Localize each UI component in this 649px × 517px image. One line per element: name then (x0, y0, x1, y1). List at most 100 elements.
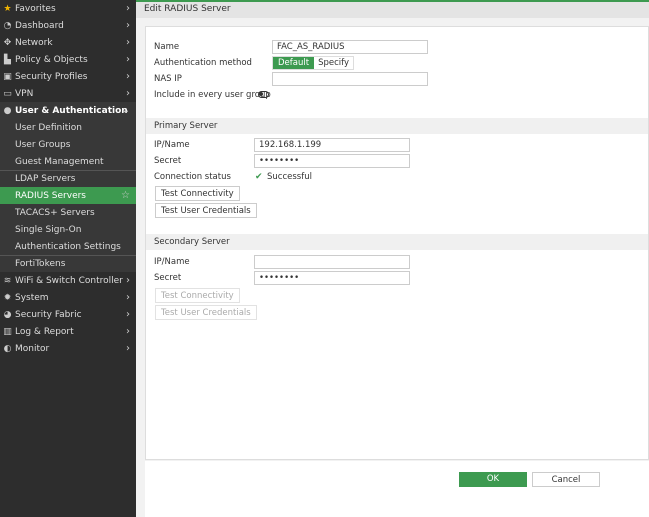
chevron-right-icon: › (126, 292, 130, 303)
connection-status-value: Successful (267, 172, 312, 182)
primary-secret-input[interactable]: •••••••• (254, 154, 410, 168)
chevron-right-icon: › (126, 343, 130, 354)
gear-icon: ✹ (3, 292, 12, 303)
secondary-server-header: Secondary Server (146, 234, 648, 250)
nav-label: VPN (15, 88, 34, 99)
cancel-button[interactable]: Cancel (532, 472, 600, 487)
nas-ip-label: NAS IP (154, 74, 182, 84)
nav-security-profiles[interactable]: ▣ Security Profiles › (0, 68, 136, 85)
chevron-right-icon: › (126, 54, 130, 65)
primary-ip-input[interactable]: 192.168.1.199 (254, 138, 410, 152)
nav-log-report[interactable]: ▥ Log & Report › (0, 323, 136, 340)
nav-label: Log & Report (15, 326, 74, 337)
nav-user-definition[interactable]: User Definition (0, 119, 136, 136)
nav-ldap-servers[interactable]: LDAP Servers (0, 170, 136, 187)
nav-vpn[interactable]: ▭ VPN › (0, 85, 136, 102)
chevron-right-icon: › (126, 20, 130, 31)
nav-user-authentication[interactable]: ● User & Authentication ⌄ (0, 102, 136, 119)
nav-guest-management[interactable]: Guest Management (0, 153, 136, 170)
chevron-right-icon: › (126, 3, 130, 14)
name-label: Name (154, 42, 180, 52)
nav-label: Authentication Settings (15, 241, 121, 252)
primary-ip-label: IP/Name (154, 140, 190, 150)
lock-icon: ▣ (3, 71, 12, 82)
nav-label: RADIUS Servers (15, 190, 86, 201)
auth-method-label: Authentication method (154, 58, 252, 68)
auth-default-option[interactable]: Default (273, 57, 315, 69)
chevron-right-icon: › (126, 71, 130, 82)
connection-status-label: Connection status (154, 172, 231, 182)
nav-single-sign-on[interactable]: Single Sign-On (0, 221, 136, 238)
nav-system[interactable]: ✹ System › (0, 289, 136, 306)
chevron-right-icon: › (126, 326, 130, 337)
network-icon: ✥ (3, 37, 12, 48)
nav-tacacs-servers[interactable]: TACACS+ Servers (0, 204, 136, 221)
auth-method-toggle: Default Specify (272, 56, 354, 70)
laptop-icon: ▭ (3, 88, 12, 99)
nas-ip-input[interactable] (272, 72, 428, 86)
nav-fortitokens[interactable]: FortiTokens (0, 255, 136, 272)
nav-dashboard[interactable]: ◔ Dashboard › (0, 17, 136, 34)
nav-label: Guest Management (15, 156, 104, 167)
nav-label: WiFi & Switch Controller (15, 275, 123, 286)
nav-label: Dashboard (15, 20, 64, 31)
chevron-right-icon: › (126, 275, 130, 286)
nav-label: Single Sign-On (15, 224, 82, 235)
include-user-group-label: Include in every user group (154, 90, 271, 100)
primary-test-user-credentials-button[interactable]: Test User Credentials (155, 203, 257, 218)
edit-form: Name FAC_AS_RADIUS Authentication method… (145, 26, 649, 460)
fabric-icon: ◕ (3, 309, 12, 320)
nav-label: FortiTokens (15, 259, 66, 269)
chevron-right-icon: › (126, 309, 130, 320)
monitor-icon: ◐ (3, 343, 12, 354)
nav-wifi-switch[interactable]: ≋ WiFi & Switch Controller › (0, 272, 136, 289)
primary-secret-label: Secret (154, 156, 182, 166)
user-icon: ● (3, 105, 12, 116)
nav-label: User Definition (15, 122, 82, 133)
nav-label: TACACS+ Servers (15, 207, 95, 218)
nav-label: Monitor (15, 343, 50, 354)
nav-authentication-settings[interactable]: Authentication Settings (0, 238, 136, 255)
secondary-ip-input[interactable] (254, 255, 410, 269)
secondary-ip-label: IP/Name (154, 257, 190, 267)
nav-label: Policy & Objects (15, 54, 88, 65)
primary-server-header: Primary Server (146, 118, 648, 134)
secondary-secret-input[interactable]: •••••••• (254, 271, 410, 285)
chart-icon: ▥ (3, 326, 12, 337)
secondary-secret-label: Secret (154, 273, 182, 283)
star-outline-icon[interactable]: ☆ (121, 190, 130, 201)
primary-test-connectivity-button[interactable]: Test Connectivity (155, 186, 240, 201)
dashboard-icon: ◔ (3, 20, 12, 31)
nav-policy-objects[interactable]: ▙ Policy & Objects › (0, 51, 136, 68)
include-user-group-toggle[interactable] (258, 91, 269, 98)
sidebar: ★ Favorites › ◔ Dashboard › ✥ Network › ▙ Polic… (0, 0, 136, 517)
star-icon: ★ (3, 3, 12, 14)
nav-network[interactable]: ✥ Network › (0, 34, 136, 51)
chevron-right-icon: › (126, 88, 130, 99)
nav-label: User & Authentication (15, 105, 128, 116)
nav-security-fabric[interactable]: ◕ Security Fabric › (0, 306, 136, 323)
nav-label: Security Profiles (15, 71, 88, 82)
nav-monitor[interactable]: ◐ Monitor › (0, 340, 136, 357)
dialog-footer: OK Cancel (145, 461, 649, 517)
chevron-down-icon: ⌄ (121, 105, 130, 116)
nav-label: User Groups (15, 139, 71, 150)
secondary-test-user-credentials-button[interactable]: Test User Credentials (155, 305, 257, 320)
nav-label: Security Fabric (15, 309, 82, 320)
check-circle-icon: ✔ (255, 172, 263, 182)
secondary-test-connectivity-button[interactable]: Test Connectivity (155, 288, 240, 303)
chevron-right-icon: › (126, 37, 130, 48)
nav-radius-servers[interactable]: RADIUS Servers ☆ (0, 187, 136, 204)
nav-favorites[interactable]: ★ Favorites › (0, 0, 136, 17)
auth-specify-option[interactable]: Specify (314, 57, 353, 69)
ok-button[interactable]: OK (459, 472, 527, 487)
wifi-icon: ≋ (3, 275, 12, 286)
policy-icon: ▙ (4, 54, 11, 65)
page-title: Edit RADIUS Server (136, 0, 649, 18)
nav-label: LDAP Servers (15, 174, 76, 184)
name-input[interactable]: FAC_AS_RADIUS (272, 40, 428, 54)
nav-label: System (15, 292, 49, 303)
nav-user-groups[interactable]: User Groups (0, 136, 136, 153)
nav-label: Network (15, 37, 53, 48)
nav-label: Favorites (15, 3, 56, 14)
